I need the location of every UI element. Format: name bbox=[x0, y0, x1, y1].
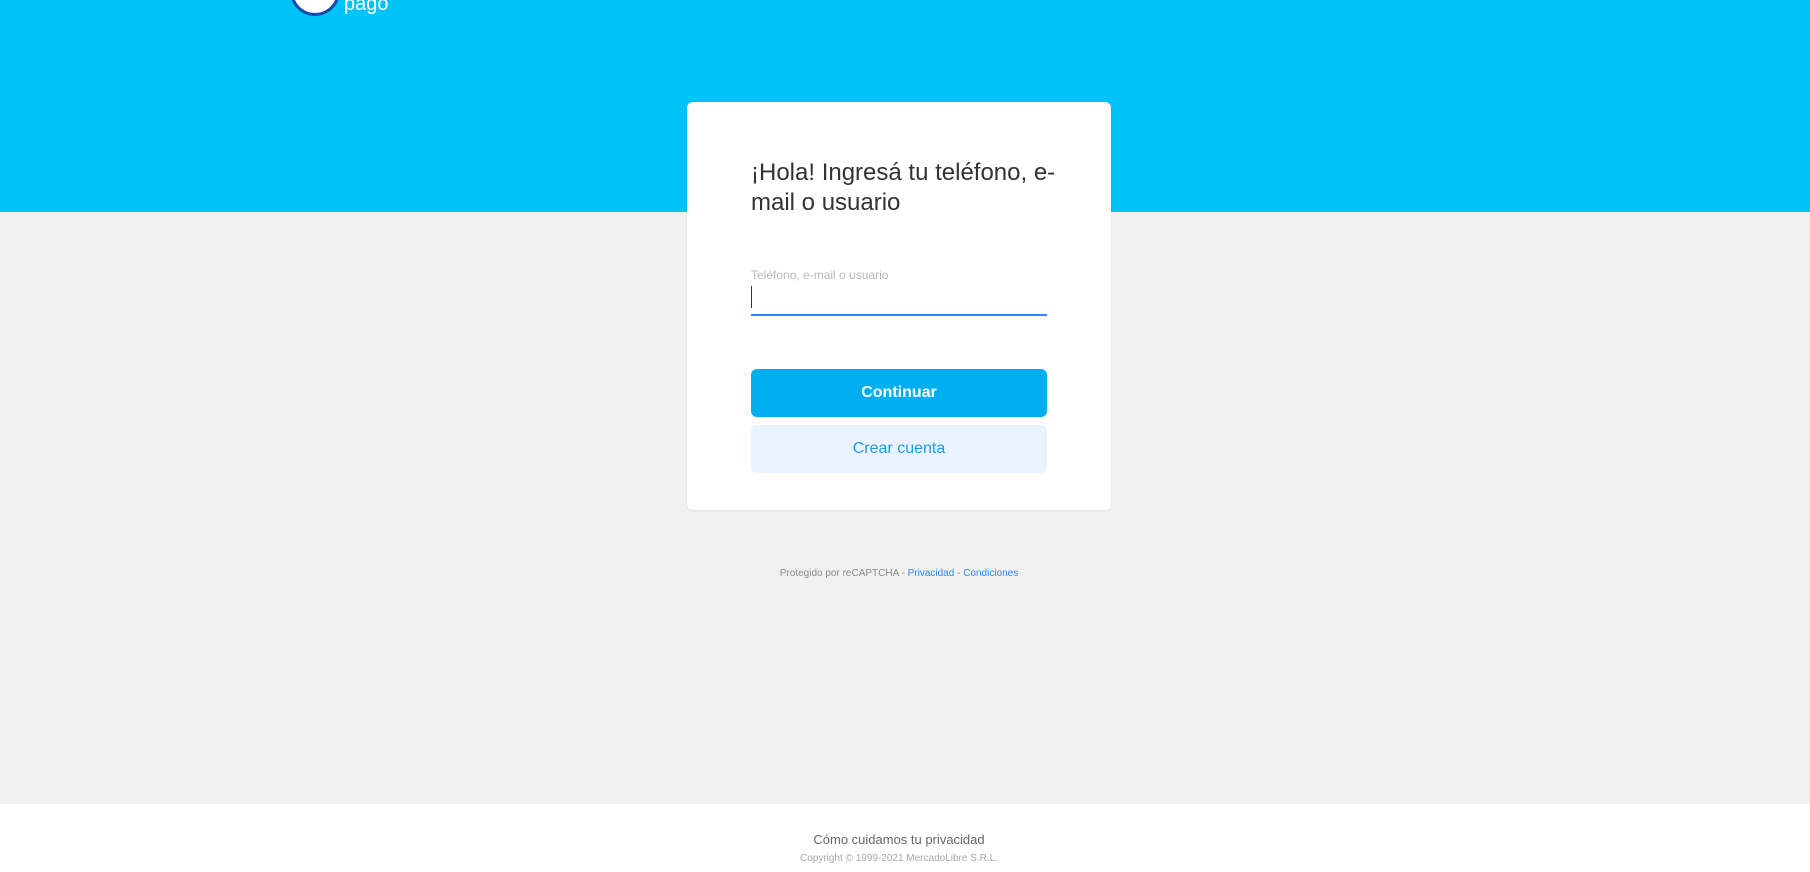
recaptcha-privacy-link[interactable]: Privacidad bbox=[908, 568, 955, 579]
page-title: ¡Hola! Ingresá tu teléfono, e-mail o usu… bbox=[751, 159, 1056, 216]
continue-button[interactable]: Continuar bbox=[751, 369, 1047, 417]
identifier-input[interactable] bbox=[751, 282, 1047, 316]
recaptcha-terms-link[interactable]: Condiciones bbox=[963, 568, 1018, 579]
brand-logo[interactable]: pago bbox=[290, 0, 389, 16]
recaptcha-prefix: Protegido por reCAPTCHA - bbox=[779, 568, 908, 579]
identifier-field-label: Teléfono, e-mail o usuario bbox=[751, 268, 889, 282]
page-footer: Cómo cuidamos tu privacidad Copyright © … bbox=[0, 804, 1810, 872]
create-account-button[interactable]: Crear cuenta bbox=[751, 425, 1047, 473]
login-page: pago ¡Hola! Ingresá tu teléfono, e-mail … bbox=[0, 0, 1810, 872]
text-cursor bbox=[751, 286, 752, 308]
recaptcha-notice: Protegido por reCAPTCHA - Privacidad - C… bbox=[0, 568, 1798, 579]
login-card: ¡Hola! Ingresá tu teléfono, e-mail o usu… bbox=[687, 102, 1111, 510]
privacy-policy-link[interactable]: Cómo cuidamos tu privacidad bbox=[0, 832, 1798, 847]
copyright-text: Copyright © 1999-2021 MercadoLibre S.R.L… bbox=[799, 853, 999, 864]
recaptcha-separator: - bbox=[954, 568, 964, 579]
handshake-logo-icon bbox=[290, 0, 340, 16]
logo-text: pago bbox=[344, 0, 389, 15]
